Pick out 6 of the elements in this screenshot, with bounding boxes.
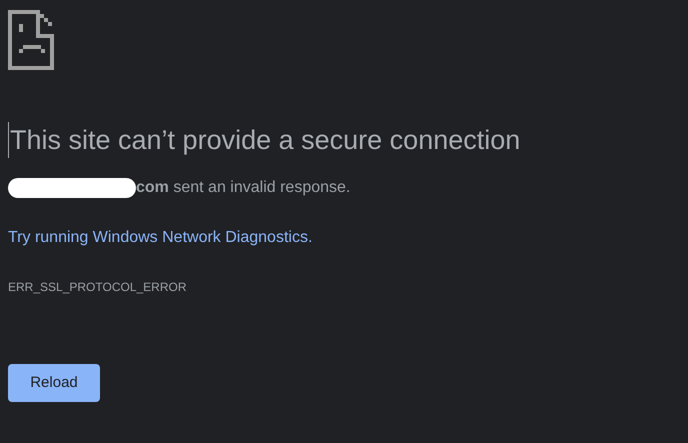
error-message: com sent an invalid response.: [136, 178, 350, 198]
reload-button[interactable]: Reload: [8, 364, 100, 402]
error-heading: This site can’t provide a secure connection: [10, 124, 520, 157]
diagnostics-link[interactable]: Try running Windows Network Diagnostics.: [8, 226, 312, 250]
error-code: ERR_SSL_PROTOCOL_ERROR: [8, 279, 186, 296]
text-cursor: [8, 122, 9, 158]
